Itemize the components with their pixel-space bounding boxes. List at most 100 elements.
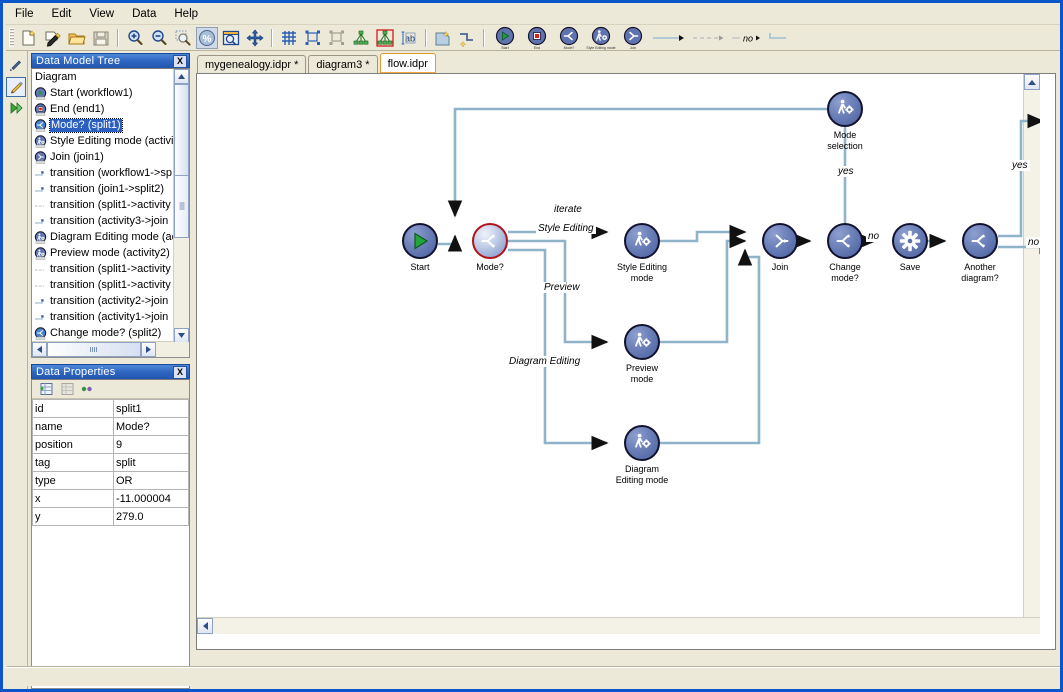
tab-mygenealogy[interactable]: mygenealogy.idpr *: [197, 55, 306, 73]
tree-item-start[interactable]: Start (workflow1): [32, 85, 174, 101]
tree-item-preview[interactable]: Preview mode (activity2): [32, 245, 174, 261]
tree-scroll-down-button[interactable]: [174, 328, 189, 343]
tree-item-mode-split[interactable]: Mode? (split1): [32, 117, 174, 133]
join-node-tool[interactable]: Join: [618, 26, 648, 50]
table-row[interactable]: name Mode?: [33, 418, 189, 436]
table-row[interactable]: type OR: [33, 472, 189, 490]
distribute-icon[interactable]: [326, 27, 348, 49]
new-diagram-icon[interactable]: [432, 27, 454, 49]
property-value[interactable]: split1: [114, 400, 189, 418]
zoom-selection-icon[interactable]: [172, 27, 194, 49]
tree-item-end[interactable]: End (end1): [32, 101, 174, 117]
new-wizard-icon[interactable]: [42, 27, 64, 49]
property-value[interactable]: 279.0: [114, 508, 189, 526]
table-row[interactable]: tag split: [33, 454, 189, 472]
tree-hscrollbar-thumb[interactable]: [47, 342, 141, 357]
diagram-node-join[interactable]: [762, 223, 798, 259]
tab-label: mygenealogy.idpr *: [205, 59, 298, 71]
tree-item-change-mode[interactable]: Change mode? (split2): [32, 325, 174, 341]
property-value[interactable]: 9: [114, 436, 189, 454]
property-value[interactable]: Mode?: [114, 418, 189, 436]
table-row[interactable]: y 279.0: [33, 508, 189, 526]
transition-dashed-icon: [34, 263, 47, 276]
tree-layout-icon[interactable]: [350, 27, 372, 49]
end-node-tool[interactable]: End: [522, 26, 552, 50]
tree-item-transition[interactable]: transition (split1->activity: [32, 277, 174, 293]
tree-item-diagram-editing[interactable]: Diagram Editing mode (ac: [32, 229, 174, 245]
tree-item-transition[interactable]: transition (split1->activity: [32, 261, 174, 277]
tree-scrollbar-thumb[interactable]: [174, 84, 189, 176]
tree-item-transition[interactable]: transition (split1->activity: [32, 197, 174, 213]
tab-diagram3[interactable]: diagram3 *: [308, 55, 377, 73]
tree-vertical-scrollbar[interactable]: [173, 69, 189, 343]
diagram-canvas[interactable]: Start Mode?: [197, 74, 1040, 634]
run-play-tool[interactable]: [6, 98, 26, 118]
start-node-tool[interactable]: Start: [490, 26, 520, 50]
table-row[interactable]: id split1: [33, 400, 189, 418]
menu-view[interactable]: View: [80, 6, 123, 24]
labelled-transition-tool[interactable]: no: [730, 27, 764, 49]
diagram-node-preview-mode[interactable]: [624, 324, 660, 360]
tree-item-transition[interactable]: transition (activity3->join: [32, 213, 174, 229]
tree-item-transition[interactable]: transition (workflow1->sp: [32, 165, 174, 181]
fit-window-icon[interactable]: [220, 27, 242, 49]
tree-scroll-right-button[interactable]: [141, 342, 156, 357]
orthogonal-transition-tool[interactable]: [766, 27, 796, 49]
zoom-in-icon[interactable]: [124, 27, 146, 49]
tree-item-style-editing[interactable]: Style Editing mode (activit: [32, 133, 174, 149]
close-icon[interactable]: X: [173, 366, 187, 379]
tree-scroll-left-button[interactable]: [32, 342, 47, 357]
diagram-node-style-editing-mode[interactable]: [624, 223, 660, 259]
tree-item-join[interactable]: Join (join1): [32, 149, 174, 165]
dashed-transition-tool[interactable]: [690, 27, 728, 49]
menu-edit[interactable]: Edit: [43, 6, 81, 24]
property-value[interactable]: -11.000004: [114, 490, 189, 508]
diagram-node-mode-split[interactable]: [472, 223, 508, 259]
diagram-node-start[interactable]: [402, 223, 438, 259]
tree-layout-selected-icon[interactable]: [374, 27, 396, 49]
menu-help[interactable]: Help: [165, 6, 207, 24]
menu-data[interactable]: Data: [123, 6, 165, 24]
tree-scroll-up-button[interactable]: [174, 69, 189, 84]
zoom-out-icon[interactable]: [148, 27, 170, 49]
property-value[interactable]: OR: [114, 472, 189, 490]
save-icon[interactable]: [90, 27, 112, 49]
add-transition-icon[interactable]: [456, 27, 478, 49]
grid-icon[interactable]: [278, 27, 300, 49]
add-property-icon[interactable]: [36, 381, 54, 397]
diagram-node-mode-selection[interactable]: [827, 91, 863, 127]
mode-split-node-tool[interactable]: Mode?: [554, 26, 584, 50]
text-label-icon[interactable]: ab: [398, 27, 420, 49]
tree-item-transition[interactable]: transition (activity2->join: [32, 293, 174, 309]
data-properties-titlebar[interactable]: Data Properties X: [31, 364, 190, 379]
zoom-percent-icon[interactable]: %: [196, 27, 218, 49]
document-tab-strip: mygenealogy.idpr * diagram3 * flow.idpr: [193, 54, 1063, 73]
tree-item-transition[interactable]: transition (join1->split2): [32, 181, 174, 197]
tree-horizontal-scrollbar[interactable]: [32, 341, 174, 357]
close-icon[interactable]: X: [173, 55, 187, 68]
open-folder-icon[interactable]: [66, 27, 88, 49]
menu-file[interactable]: File: [6, 6, 43, 24]
tree-item-transition[interactable]: transition (activity1->join: [32, 309, 174, 325]
plain-transition-tool[interactable]: [650, 27, 688, 49]
diagram-node-another-diagram[interactable]: [962, 223, 998, 259]
table-row[interactable]: position 9: [33, 436, 189, 454]
remove-property-icon[interactable]: [57, 381, 75, 397]
new-file-icon[interactable]: [18, 27, 40, 49]
pencil-edit-tool[interactable]: [6, 77, 26, 97]
pan-move-icon[interactable]: [244, 27, 266, 49]
style-editing-node-tool[interactable]: Style Editing mode: [586, 26, 616, 50]
toolbar-grip[interactable]: [9, 28, 14, 47]
tab-flow[interactable]: flow.idpr: [380, 53, 436, 73]
diagram-node-change-mode[interactable]: [827, 223, 863, 259]
align-icon[interactable]: [302, 27, 324, 49]
tree-root-item[interactable]: Diagram: [32, 69, 174, 85]
tree-scrollbar-track-piece[interactable]: [174, 176, 189, 238]
toggle-properties-icon[interactable]: [78, 381, 96, 397]
diagram-node-diagram-editing-mode[interactable]: [624, 425, 660, 461]
property-value[interactable]: split: [114, 454, 189, 472]
select-arrow-tool[interactable]: [6, 56, 26, 76]
data-model-tree-titlebar[interactable]: Data Model Tree X: [31, 53, 190, 68]
table-row[interactable]: x -11.000004: [33, 490, 189, 508]
diagram-node-save[interactable]: [892, 223, 928, 259]
